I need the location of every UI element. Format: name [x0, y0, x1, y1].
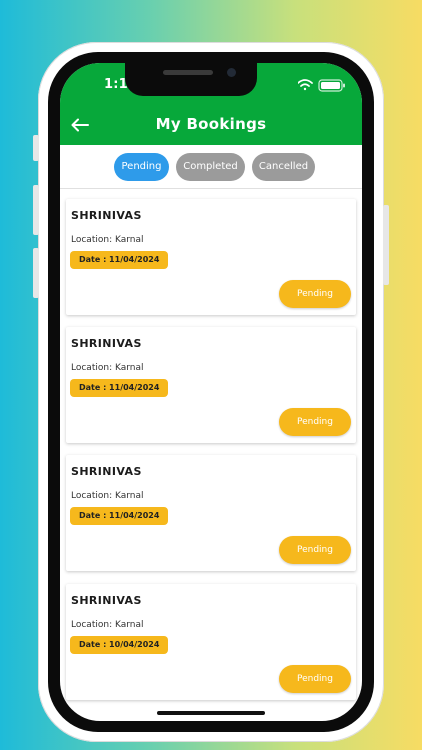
notch-speaker: [163, 70, 213, 75]
page-title: My Bookings: [155, 115, 267, 133]
phone-silent-switch: [33, 135, 39, 161]
booking-status-tabs: Pending Completed Cancelled: [60, 153, 362, 183]
customer-name: SHRINIVAS: [71, 209, 142, 222]
tabs-divider: [60, 188, 362, 189]
phone-notch: [125, 63, 257, 96]
home-indicator[interactable]: [157, 711, 265, 715]
tab-pending[interactable]: Pending: [114, 153, 169, 181]
booking-card[interactable]: SHRINIVAS Location: Karnal Date : 11/04/…: [66, 455, 356, 571]
booking-date-badge: Date : 11/04/2024: [70, 379, 169, 397]
tab-cancelled[interactable]: Cancelled: [252, 153, 315, 181]
tab-completed[interactable]: Completed: [176, 153, 245, 181]
status-icons: [298, 79, 345, 92]
booking-status-button[interactable]: Pending: [279, 665, 351, 693]
customer-name: SHRINIVAS: [71, 337, 142, 350]
booking-location: Location: Karnal: [71, 363, 144, 373]
phone-volume-up-button: [33, 185, 39, 235]
notch-camera: [227, 68, 236, 77]
booking-card[interactable]: SHRINIVAS Location: Karnal Date : 11/04/…: [66, 327, 356, 443]
app-screen: 1:14 My Bookings Pending Completed Cance…: [60, 63, 362, 721]
booking-card[interactable]: SHRINIVAS Location: Karnal Date : 11/04/…: [66, 199, 356, 315]
phone-power-button: [383, 205, 389, 285]
booking-date-badge: Date : 11/04/2024: [70, 251, 169, 269]
wifi-icon: [298, 79, 313, 91]
phone-volume-down-button: [33, 248, 39, 298]
battery-icon: [318, 79, 345, 92]
app-header: 1:14 My Bookings: [60, 63, 362, 145]
booking-card[interactable]: SHRINIVAS Location: Karnal Date : 10/04/…: [66, 584, 356, 700]
booking-location: Location: Karnal: [71, 620, 144, 630]
booking-location: Location: Karnal: [71, 235, 144, 245]
customer-name: SHRINIVAS: [71, 465, 142, 478]
booking-date-badge: Date : 11/04/2024: [70, 507, 169, 525]
booking-location: Location: Karnal: [71, 491, 144, 501]
booking-date-badge: Date : 10/04/2024: [70, 636, 169, 654]
booking-status-button[interactable]: Pending: [279, 280, 351, 308]
customer-name: SHRINIVAS: [71, 594, 142, 607]
booking-status-button[interactable]: Pending: [279, 536, 351, 564]
booking-status-button[interactable]: Pending: [279, 408, 351, 436]
